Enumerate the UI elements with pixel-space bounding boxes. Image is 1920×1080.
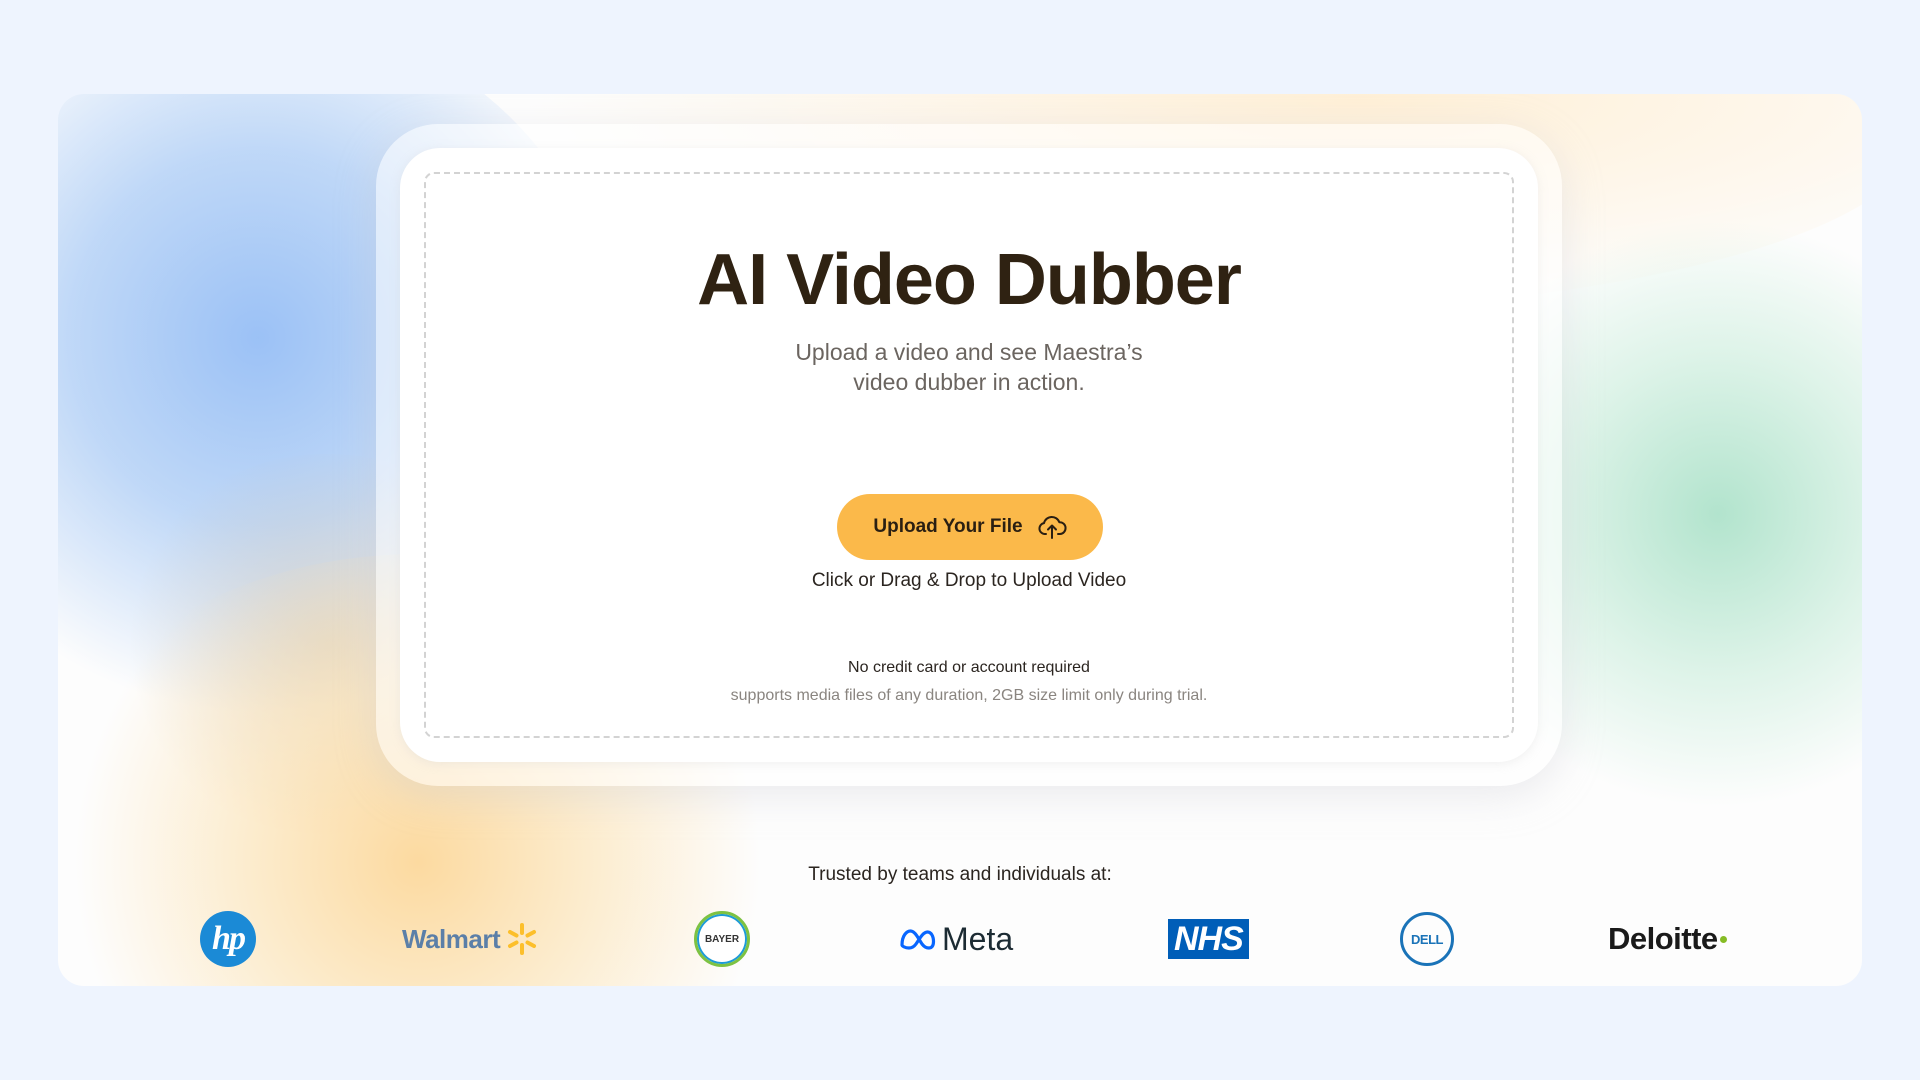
trusted-by-heading: Trusted by teams and individuals at: (808, 864, 1112, 885)
upload-hint: Click or Drag & Drop to Upload Video (811, 570, 1127, 591)
hero-stage: AI Video Dubber Upload a video and see M… (58, 94, 1862, 986)
nhs-logo: NHS (1168, 904, 1249, 974)
nhs-wordmark: NHS (1168, 919, 1249, 959)
walmart-spark-icon (508, 923, 537, 955)
bayer-cross-mark: BAYER (694, 911, 750, 967)
subtitle-line-2: video dubber in action. (853, 369, 1085, 395)
file-limits-note: supports media files of any duration, 2G… (730, 687, 1208, 704)
upload-file-button[interactable]: Upload Your File (837, 494, 1103, 560)
cloud-upload-icon (1038, 515, 1067, 539)
upload-card-inner: AI Video Dubber Upload a video and see M… (400, 148, 1538, 762)
customer-logos: hp Walmart BAYER Meta NHS DELL Deloitte (58, 904, 1862, 974)
deloitte-green-dot (1719, 935, 1727, 943)
meta-infinity-icon (900, 929, 936, 950)
deloitte-wordmark: Deloitte (1608, 921, 1718, 956)
meta-logo: Meta (898, 904, 1013, 974)
hp-logo: hp (200, 904, 256, 974)
dell-logo: DELL (1400, 904, 1454, 974)
upload-card: AI Video Dubber Upload a video and see M… (376, 124, 1562, 786)
walmart-wordmark: Walmart (402, 923, 501, 954)
bayer-logo: BAYER (694, 904, 750, 974)
page-title: AI Video Dubber (697, 240, 1242, 320)
deloitte-logo: Deloitte (1608, 904, 1727, 974)
meta-wordmark: Meta (942, 920, 1014, 957)
dell-wordmark: DELL (1400, 912, 1454, 966)
page-subtitle: Upload a video and see Maestra’s video d… (426, 337, 1512, 397)
walmart-logo: Walmart (402, 904, 540, 974)
hp-logo-mark: hp (200, 911, 256, 967)
file-dropzone[interactable]: AI Video Dubber Upload a video and see M… (424, 172, 1514, 738)
upload-button-label: Upload Your File (873, 516, 1023, 537)
subtitle-line-1: Upload a video and see Maestra’s (795, 339, 1143, 365)
no-credit-card-note: No credit card or account required (848, 659, 1090, 676)
